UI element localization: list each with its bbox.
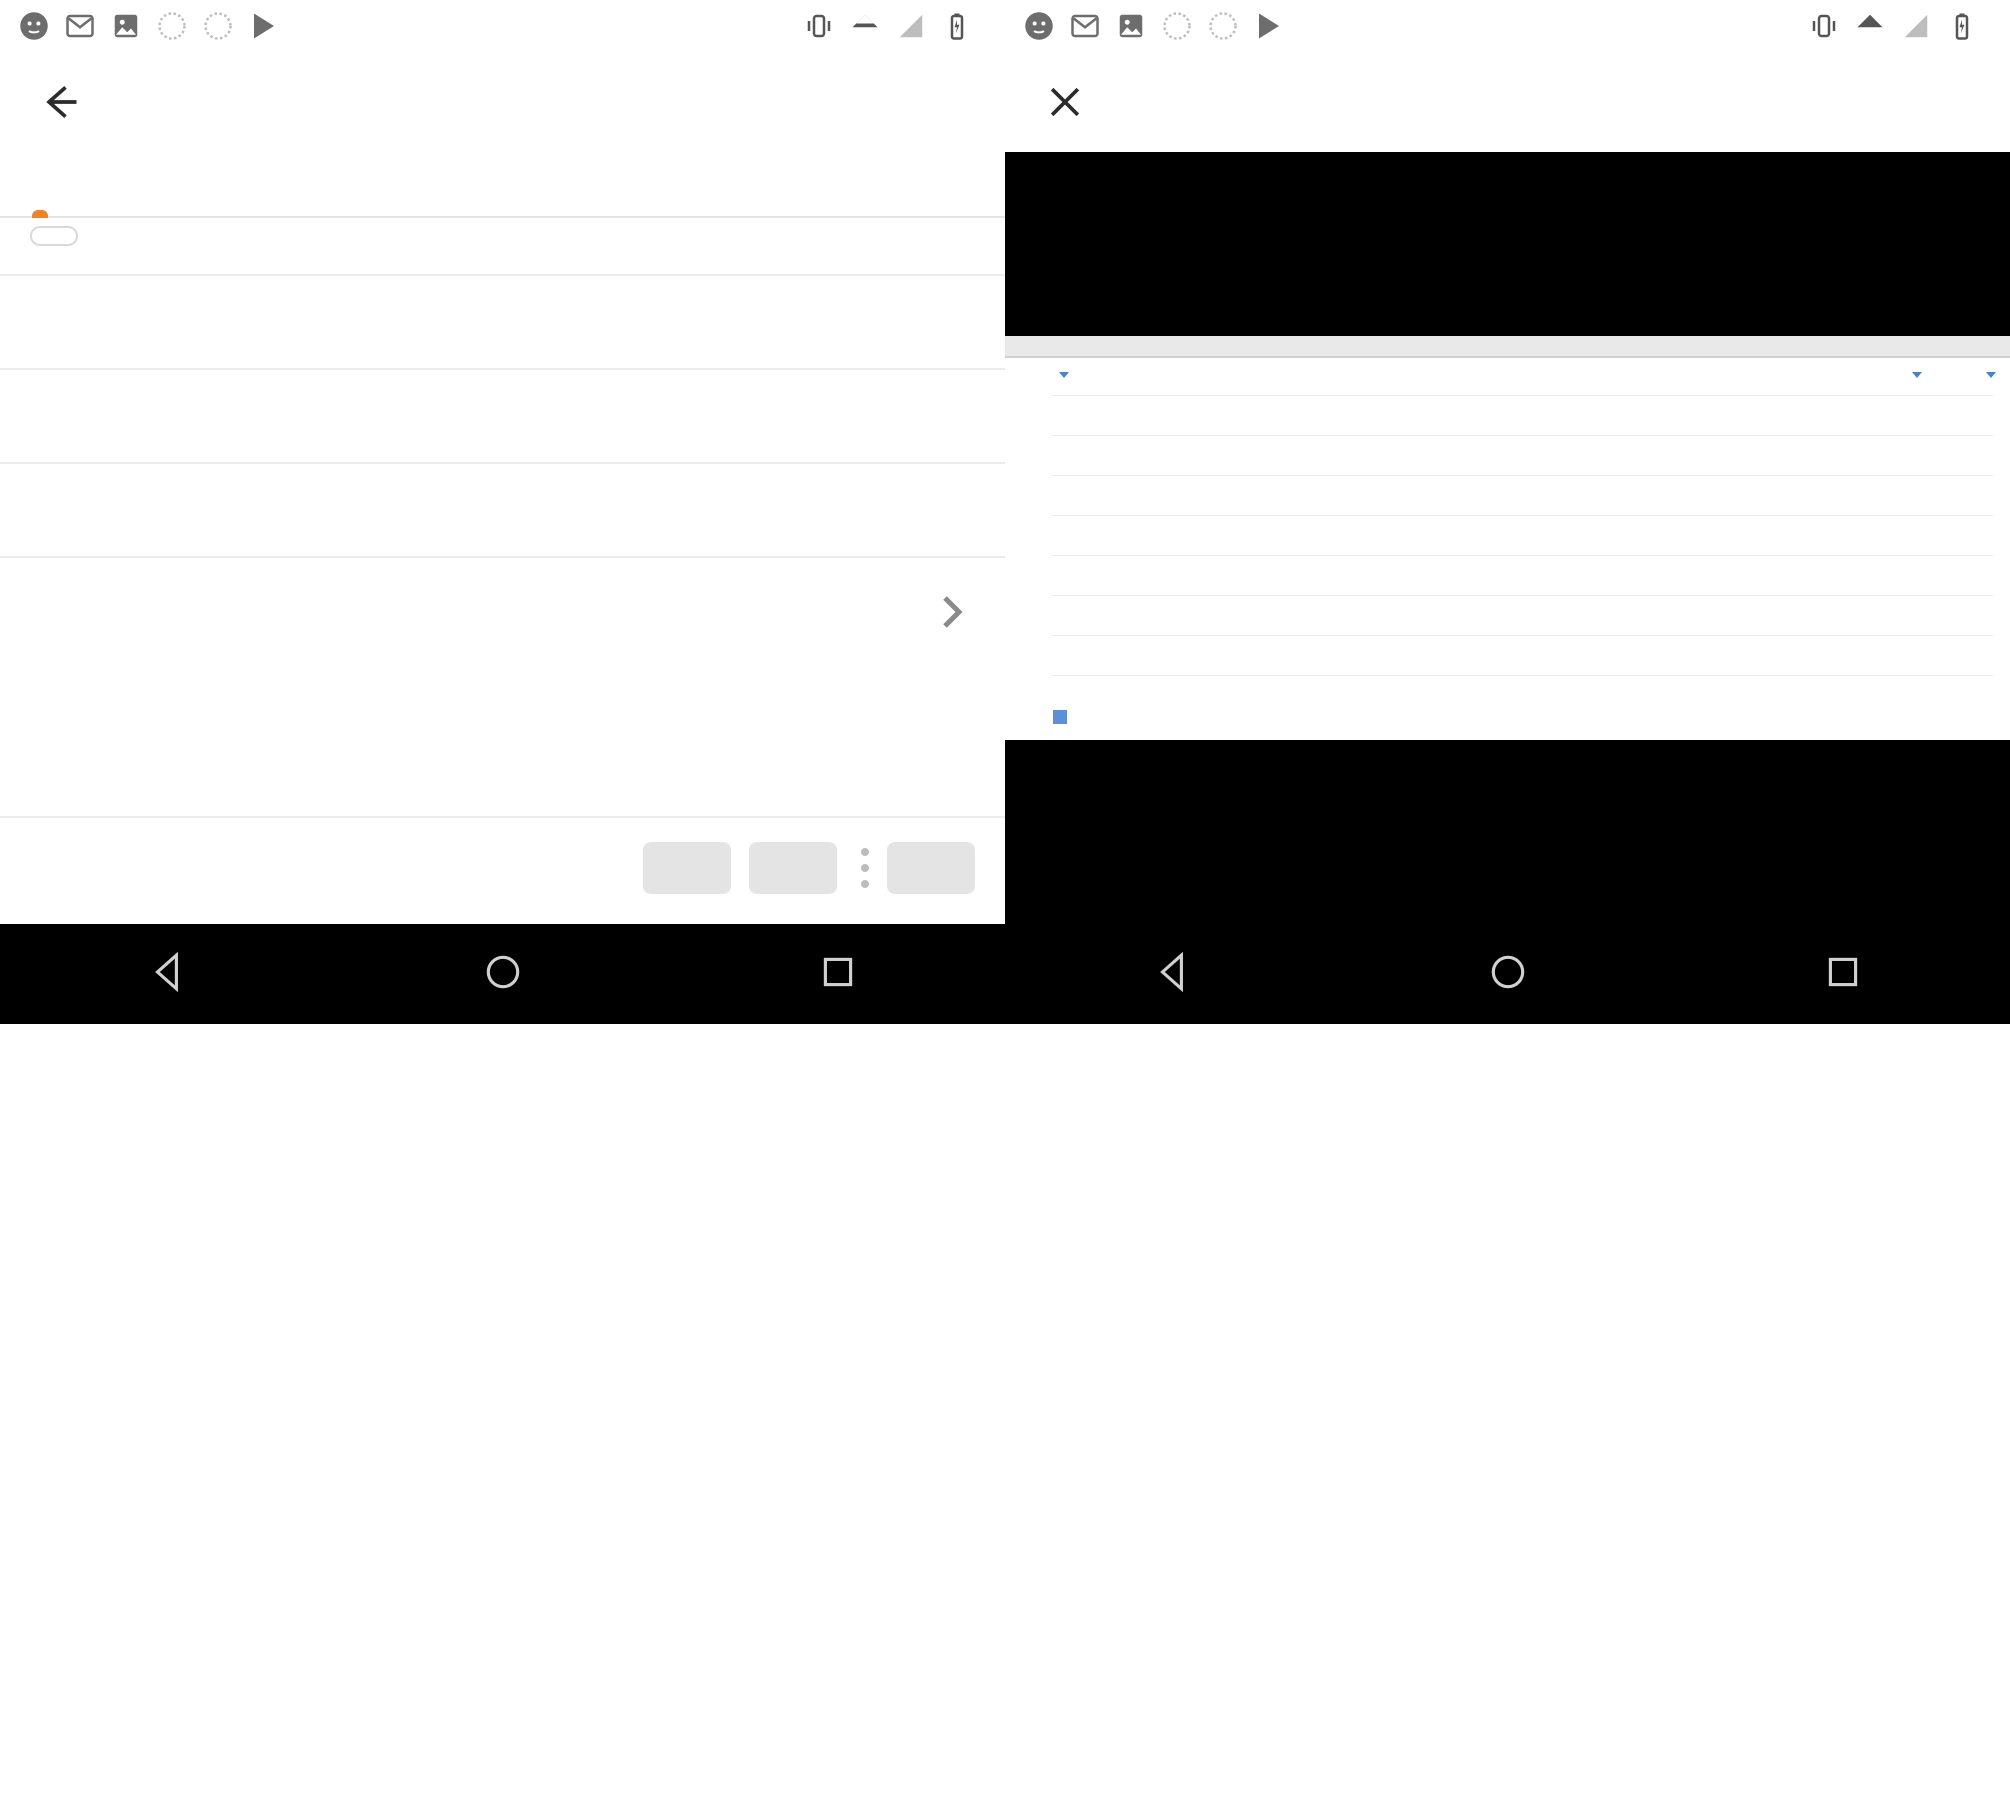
circle-icon (156, 10, 188, 42)
nav-back-icon[interactable] (147, 951, 189, 997)
cloudwatch-title (1005, 336, 2010, 358)
nav-recent-icon[interactable] (817, 951, 859, 997)
signal-icon (895, 10, 927, 42)
left-phone-frame (0, 0, 1005, 1024)
more-icon[interactable] (855, 848, 869, 888)
battery-charging-icon (941, 10, 973, 42)
section-alias (0, 462, 1005, 556)
wifi-icon (1854, 10, 1886, 42)
tab-notes[interactable] (80, 172, 160, 216)
signal-icon (1900, 10, 1932, 42)
page-whitespace (0, 1024, 2010, 1796)
action-bar (0, 816, 1005, 924)
circle-icon (1161, 10, 1193, 42)
close-alert-button[interactable] (749, 842, 837, 894)
chart-toolbar (1005, 364, 2010, 384)
cloudwatch-panel (1005, 336, 2010, 740)
image-viewer[interactable] (1005, 152, 2010, 924)
chart-legend (1005, 706, 2010, 734)
circle-icon (202, 10, 234, 42)
statistic-dropdown[interactable] (1055, 372, 1069, 378)
cpu-chart (1015, 386, 2000, 706)
time-range-dropdown[interactable] (1908, 372, 1922, 378)
photos-icon (110, 10, 142, 42)
other-actions-button[interactable] (887, 842, 975, 894)
battery-charging-icon (1946, 10, 1978, 42)
section-integration (0, 368, 1005, 462)
period-dropdown[interactable] (1982, 372, 1996, 378)
chevron-down-icon (1059, 372, 1069, 378)
play-store-icon (1253, 10, 1285, 42)
chevron-right-icon (931, 592, 971, 632)
status-bar (0, 0, 1005, 52)
gmail-icon (64, 10, 96, 42)
tab-logs[interactable] (160, 172, 240, 216)
app-bar (0, 52, 1005, 152)
vibrate-icon (1808, 10, 1840, 42)
tab-detail[interactable] (0, 172, 80, 216)
wifi-icon (849, 10, 881, 42)
back-button[interactable] (30, 72, 90, 132)
photos-icon (1115, 10, 1147, 42)
circle-icon (1207, 10, 1239, 42)
ack-button[interactable] (643, 842, 731, 894)
nav-recent-icon[interactable] (1822, 951, 1864, 997)
play-store-icon (248, 10, 280, 42)
nav-home-icon[interactable] (482, 951, 524, 997)
section-attachment[interactable] (0, 556, 1005, 672)
detail-content[interactable] (0, 218, 1005, 816)
viewer-app-bar (1005, 52, 2010, 152)
status-bar (1005, 0, 2010, 52)
android-nav-bar (1005, 924, 2010, 1024)
tab-recipient-states[interactable] (240, 172, 320, 216)
tab-bar (0, 152, 1005, 218)
chevron-down-icon (1986, 372, 1996, 378)
face-icon (18, 10, 50, 42)
android-nav-bar (0, 924, 1005, 1024)
team-chip[interactable] (30, 226, 78, 246)
face-icon (1023, 10, 1055, 42)
chevron-down-icon (1912, 372, 1922, 378)
nav-home-icon[interactable] (1487, 951, 1529, 997)
close-button[interactable] (1035, 72, 1095, 132)
section-source (0, 274, 1005, 368)
vibrate-icon (803, 10, 835, 42)
legend-swatch (1053, 710, 1067, 724)
nav-back-icon[interactable] (1152, 951, 1194, 997)
gmail-icon (1069, 10, 1101, 42)
right-phone-frame (1005, 0, 2010, 1024)
